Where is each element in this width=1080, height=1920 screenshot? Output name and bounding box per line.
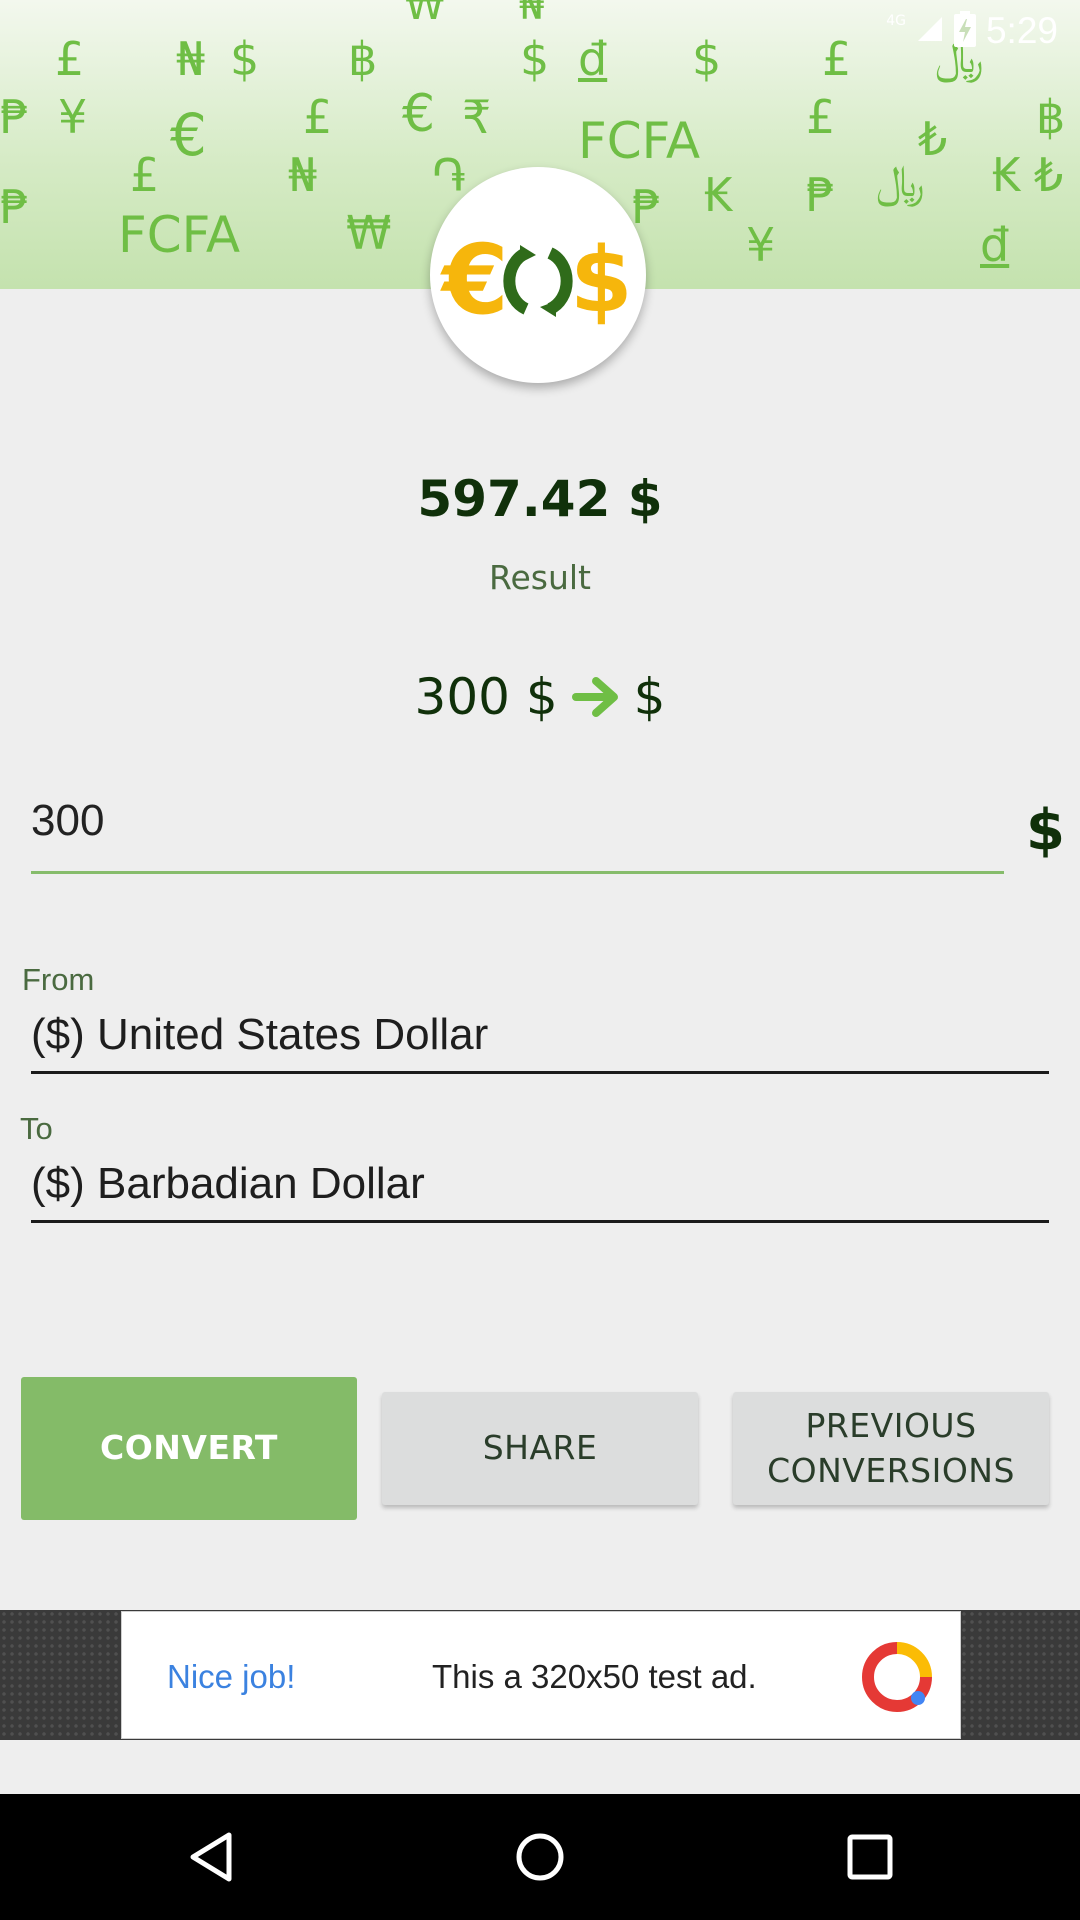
currency-symbol: £ — [303, 90, 333, 144]
currency-symbol: € — [170, 101, 207, 169]
previous-conversions-button[interactable]: PREVIOUS CONVERSIONS — [733, 1392, 1049, 1505]
conversion-summary: 300 $ $ — [0, 668, 1080, 726]
amount-input[interactable] — [31, 790, 1004, 874]
convert-button-label: CONVERT — [100, 1428, 278, 1468]
currency-symbol: đ — [980, 218, 1010, 272]
currency-symbol: ฿ — [1036, 90, 1066, 144]
currency-symbol: ₺ — [1034, 148, 1064, 202]
currency-symbol: ₭ — [704, 168, 734, 222]
arrow-right-icon — [571, 675, 620, 719]
navigation-bar — [0, 1794, 1080, 1920]
ad-logo-icon — [862, 1642, 932, 1716]
currency-symbol: FCFA — [118, 206, 241, 264]
share-button[interactable]: SHARE — [382, 1392, 698, 1505]
home-icon[interactable] — [480, 1794, 600, 1920]
currency-symbol: ₱ — [0, 180, 30, 234]
ad-title: Nice job! — [167, 1658, 296, 1695]
ad-banner[interactable]: Nice job! This a 320x50 test ad. — [121, 1611, 961, 1739]
currency-symbol: ﷼ — [876, 156, 925, 207]
convert-button[interactable]: CONVERT — [21, 1377, 357, 1520]
currency-symbol: ¥ — [746, 218, 776, 272]
from-label: From — [22, 962, 95, 997]
currency-symbol: ₩ — [346, 206, 392, 260]
back-icon[interactable] — [151, 1794, 271, 1920]
ad-text: This a 320x50 test ad. — [432, 1658, 757, 1695]
currency-symbol: £ — [130, 148, 160, 202]
result-label: Result — [489, 558, 591, 597]
amount-currency-symbol: $ — [1026, 798, 1065, 863]
battery-charging-icon — [953, 11, 976, 51]
currency-symbol: ₱ — [0, 90, 30, 144]
summary-from: 300 $ — [414, 668, 558, 726]
share-button-label: SHARE — [482, 1428, 598, 1468]
currency-symbol: ₱ — [806, 168, 836, 222]
to-currency-value: ($) Barbadian Dollar — [31, 1158, 425, 1208]
app-logo: € $ — [430, 167, 646, 383]
currency-symbol: £ — [806, 90, 836, 144]
signal-icon — [916, 15, 944, 47]
currency-symbol: FCFA — [578, 112, 701, 170]
from-currency-value: ($) United States Dollar — [31, 1009, 489, 1059]
recents-icon[interactable] — [810, 1794, 930, 1920]
result-value: 597.42 $ — [417, 470, 663, 528]
currency-symbol: ₭ — [992, 148, 1022, 202]
currency-symbol: ¥ — [58, 90, 88, 144]
logo-dollar: $ — [570, 228, 633, 333]
previous-conversions-label-line2: CONVERSIONS — [767, 1450, 1015, 1490]
previous-conversions-label-line1: PREVIOUS — [805, 1405, 977, 1445]
logo-euro: € — [440, 224, 509, 335]
exchange-arrows-icon — [503, 245, 573, 317]
currency-symbol: ₦ — [288, 148, 318, 202]
summary-to: $ — [633, 668, 666, 726]
to-currency-select[interactable]: ($) Barbadian Dollar — [31, 1147, 1049, 1223]
currency-symbol: ֏ — [432, 148, 466, 202]
from-currency-select[interactable]: ($) United States Dollar — [31, 998, 1049, 1074]
status-bar: 4G 5:29 — [0, 0, 1080, 66]
currency-symbol: € — [402, 84, 436, 144]
currency-symbol: ₹ — [462, 90, 492, 144]
network-type-label: 4G — [886, 13, 906, 29]
status-time: 5:29 — [985, 10, 1058, 51]
to-label: To — [20, 1111, 53, 1146]
